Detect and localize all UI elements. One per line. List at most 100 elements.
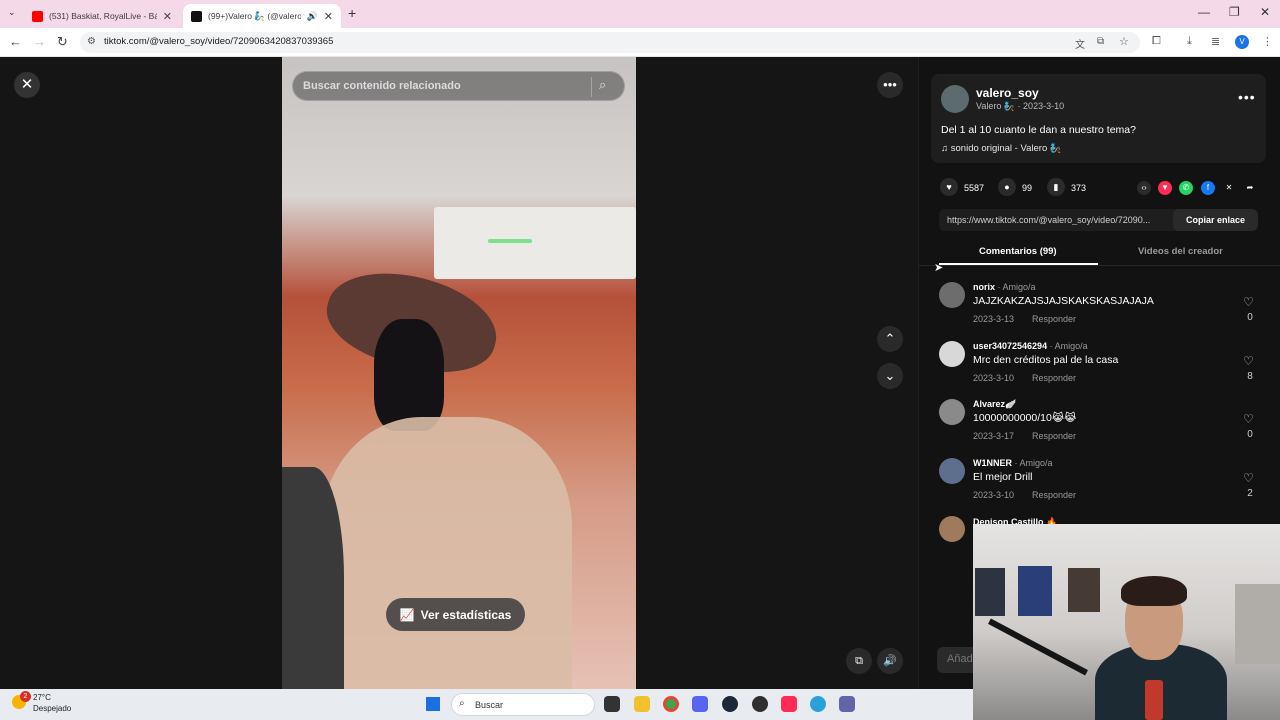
video-link[interactable]: https://www.tiktok.com/@valero_soy/video… (947, 215, 1172, 225)
comment-username[interactable]: W1NNER · Amigo/a (973, 458, 1053, 468)
tiktok-app-icon[interactable] (781, 696, 797, 712)
bookmark-icon[interactable]: ▮ (1047, 178, 1065, 196)
webcam-overlay (973, 524, 1280, 720)
author-username[interactable]: valero_soy (976, 86, 1039, 100)
comment-like-icon[interactable]: ♡ (1243, 412, 1254, 426)
comment-like-icon[interactable]: ♡ (1243, 471, 1254, 485)
teams-icon[interactable] (839, 696, 855, 712)
chrome-icon[interactable] (663, 696, 679, 712)
comment-avatar[interactable] (939, 282, 965, 308)
close-window-icon[interactable]: ✕ (1260, 5, 1270, 19)
video-player[interactable]: Buscar contenido relacionado ⌕ 📈 Ver est… (282, 57, 636, 689)
poster (1018, 566, 1052, 616)
like-icon[interactable]: ♥ (940, 178, 958, 196)
post-caption: Del 1 al 10 cuanto le dan a nuestro tema… (941, 124, 1136, 136)
reply-button[interactable]: Responder (1032, 431, 1076, 441)
restore-icon[interactable]: ❐ (1229, 5, 1240, 19)
download-icon[interactable]: ⤓ (1187, 35, 1192, 48)
translate-icon[interactable]: 文 (1075, 36, 1085, 51)
taskbar-search[interactable]: ⌕ Buscar (451, 693, 595, 716)
copy-link-button[interactable]: Copiar enlace (1173, 209, 1258, 231)
discord-icon[interactable] (692, 696, 708, 712)
author-avatar[interactable] (941, 85, 969, 113)
floating-player-icon[interactable]: ⧉ (846, 648, 872, 674)
tab-comments[interactable]: Comentarios (99) (979, 246, 1057, 257)
volume-icon[interactable]: 🔊 (877, 648, 903, 674)
close-tab-icon[interactable]: ✕ (163, 10, 172, 23)
tab-tiktok[interactable]: (99+)Valero 🧞 (@valero_soy) 🔊 ✕ (183, 4, 341, 28)
comment-avatar[interactable] (939, 399, 965, 425)
tab-creator-videos[interactable]: Videos del creador (1138, 246, 1223, 257)
music-note-icon: ♫ (941, 143, 951, 154)
search-icon: ⌕ (459, 698, 465, 709)
air-conditioner (434, 207, 636, 279)
comment-like-icon[interactable]: ♡ (1243, 354, 1254, 368)
search-divider (591, 77, 592, 97)
address-bar[interactable]: ⚙ tiktok.com/@valero_soy/video/720906342… (80, 32, 1140, 53)
comment-count: 99 (1022, 183, 1033, 193)
comment-avatar[interactable] (939, 341, 965, 367)
telegram-icon[interactable] (810, 696, 826, 712)
close-video-icon[interactable]: ✕ (14, 72, 40, 98)
reply-button[interactable]: Responder (1032, 373, 1076, 383)
comment-username[interactable]: Alvarez🪽 (973, 399, 1016, 410)
post-more-icon[interactable]: ••• (1238, 89, 1256, 105)
minimize-icon[interactable]: — (1198, 5, 1210, 19)
windows-start-icon[interactable] (426, 697, 440, 711)
next-video-icon[interactable]: ⌄ (877, 363, 903, 389)
reload-icon[interactable]: ↻ (57, 34, 68, 50)
tab-youtube[interactable]: (531) Baskiat, RoyalLive - Báilame ✕ (24, 4, 180, 28)
profile-avatar[interactable]: V (1235, 35, 1249, 49)
microphone-arm (988, 618, 1088, 676)
comment-date: 2023-3-10 (973, 373, 1015, 383)
url-text: tiktok.com/@valero_soy/video/72090634208… (104, 36, 334, 47)
comment-like-icon[interactable]: ♡ (1243, 295, 1254, 309)
weather-description: Despejado (33, 704, 72, 713)
sound-link[interactable]: ♫ sonido original - Valero 🧞 (941, 143, 1062, 154)
share-arrow-icon[interactable]: ➦ (1243, 181, 1257, 195)
comment-text: JAJZKAKZAJSJAJSKAKSKASJAJAJA (973, 295, 1154, 307)
more-options-icon[interactable]: ••• (877, 72, 903, 98)
can (1145, 680, 1163, 720)
speaker-icon[interactable]: 🔊 (307, 11, 318, 22)
save-count: 373 (1071, 183, 1087, 193)
extensions-icon[interactable]: ⧠ (1152, 35, 1161, 48)
view-stats-label: Ver estadísticas (420, 607, 512, 622)
site-info-icon[interactable]: ⚙ (87, 36, 96, 47)
new-tab-button[interactable]: + (348, 5, 356, 21)
obs-icon[interactable] (752, 696, 768, 712)
comment-icon[interactable]: ● (998, 178, 1016, 196)
forward-icon[interactable]: → (33, 34, 46, 49)
related-search-input[interactable]: Buscar contenido relacionado ⌕ (292, 71, 625, 101)
comment-username[interactable]: user34072546294 · Amigo/a (973, 341, 1088, 351)
weather-badge: 2 (20, 691, 31, 702)
task-view-icon[interactable] (604, 696, 620, 712)
reply-button[interactable]: Responder (1032, 490, 1076, 500)
install-app-icon[interactable]: ⧉ (1097, 36, 1104, 47)
media-controls-icon[interactable]: ≣ (1211, 35, 1220, 48)
file-explorer-icon[interactable] (634, 696, 650, 712)
close-tab-icon[interactable]: ✕ (324, 10, 333, 23)
search-icon[interactable]: ⌕ (599, 77, 606, 93)
comment-avatar[interactable] (939, 458, 965, 484)
reply-button[interactable]: Responder (1032, 314, 1076, 324)
steam-icon[interactable] (722, 696, 738, 712)
side-person (282, 467, 344, 689)
ac-light (488, 239, 532, 243)
view-stats-button[interactable]: 📈 Ver estadísticas (386, 598, 525, 631)
poster (1068, 568, 1100, 612)
bookmark-star-icon[interactable]: ☆ (1119, 35, 1129, 48)
masked-face (374, 319, 444, 431)
comment-avatar[interactable] (939, 516, 965, 542)
menu-icon[interactable]: ⋮ (1262, 35, 1273, 48)
embed-icon[interactable]: ‹› (1137, 181, 1151, 195)
comment-username[interactable]: norix · Amigo/a (973, 282, 1036, 292)
comment-text: El mejor Drill (973, 471, 1033, 483)
whatsapp-icon[interactable]: ✆ (1179, 181, 1193, 195)
previous-video-icon[interactable]: ⌃ (877, 326, 903, 352)
repost-icon[interactable]: ▼ (1158, 181, 1172, 195)
x-icon[interactable]: ✕ (1222, 181, 1236, 195)
back-icon[interactable]: ← (9, 34, 22, 49)
tab-list-chevron-icon[interactable]: ⌄ (8, 7, 16, 18)
facebook-icon[interactable]: f (1201, 181, 1215, 195)
